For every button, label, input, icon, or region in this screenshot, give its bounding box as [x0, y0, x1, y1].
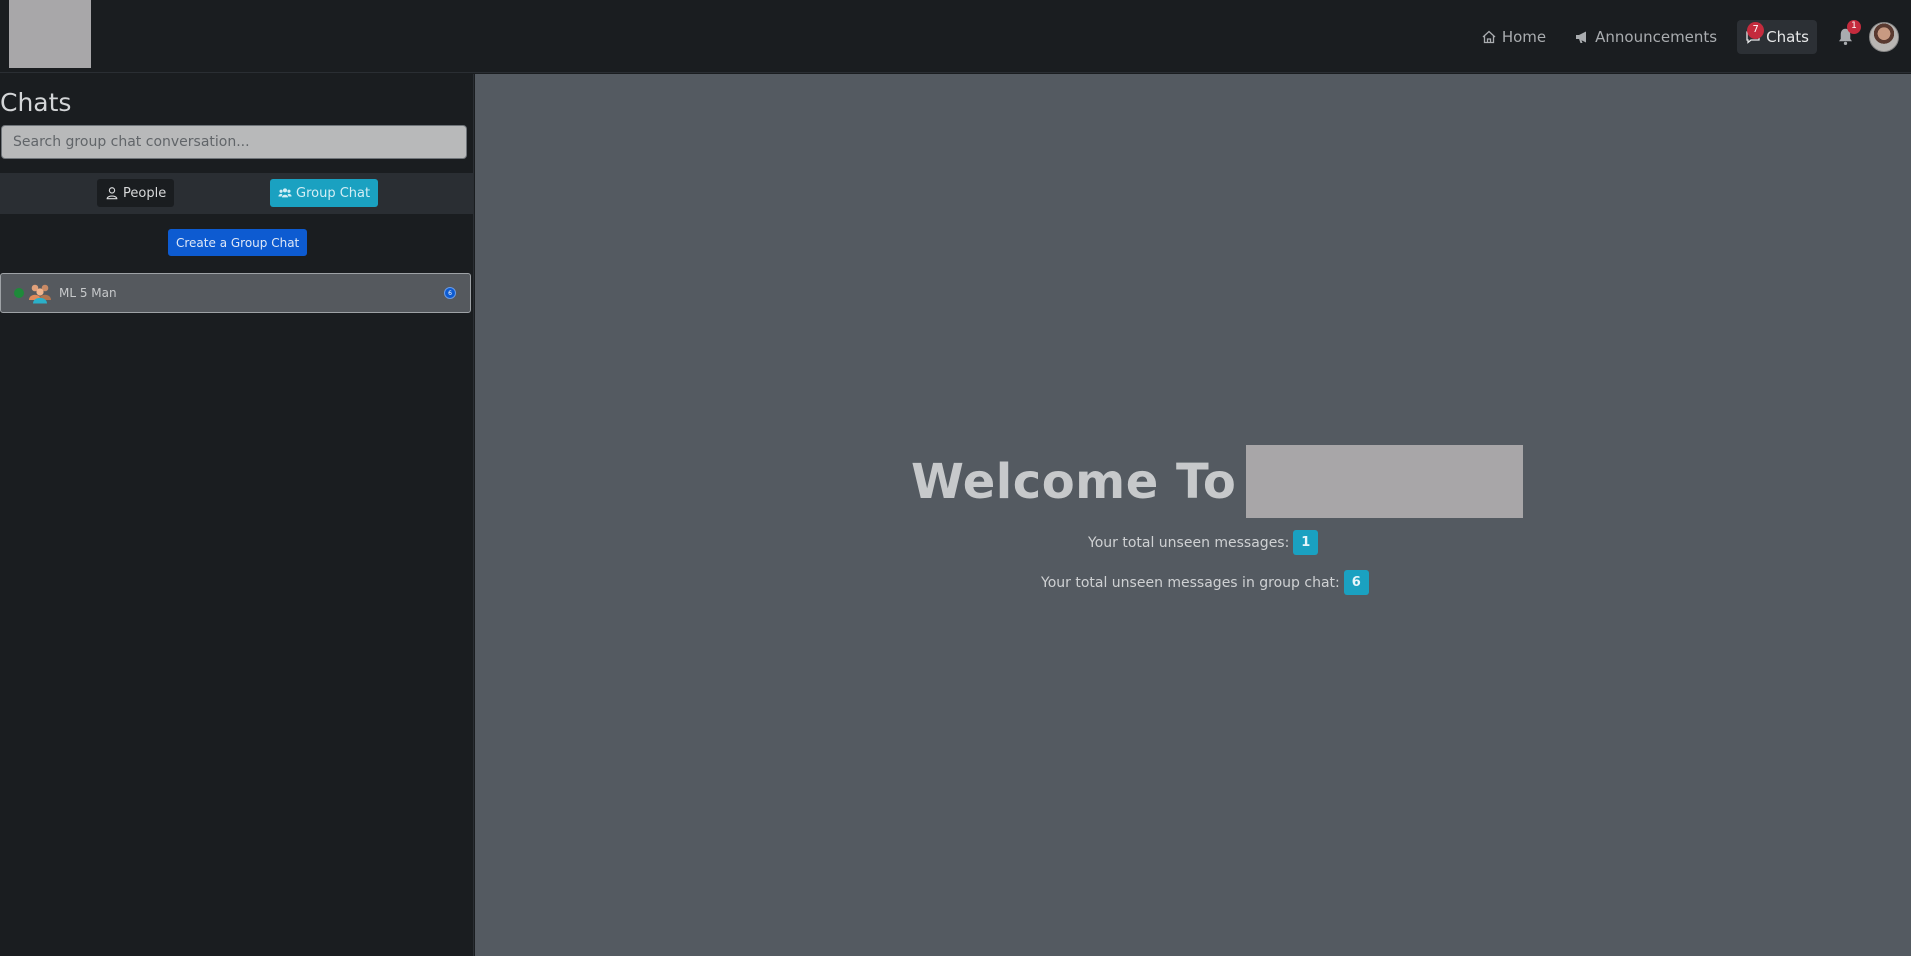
nav-home-link[interactable]: Home: [1473, 20, 1554, 54]
nav-chats-link[interactable]: 7 Chats: [1737, 19, 1817, 54]
notifications-button[interactable]: 1: [1831, 19, 1861, 54]
group-avatar-icon: [29, 284, 51, 304]
main-content: Welcome To Your total unseen messages: 1…: [475, 74, 1911, 956]
chat-list-item[interactable]: ML 5 Man 6: [0, 273, 471, 313]
brand-name-placeholder: [1246, 445, 1524, 518]
chat-name: ML 5 Man: [59, 286, 117, 300]
search-input[interactable]: [1, 125, 467, 159]
tab-group-chat[interactable]: Group Chat: [270, 179, 379, 207]
unseen-group-messages-label: Your total unseen messages in group chat…: [1041, 574, 1340, 591]
notifications-badge: 1: [1847, 19, 1861, 34]
chats-unread-badge: 7: [1747, 21, 1765, 39]
unseen-group-messages-count: 6: [1343, 570, 1369, 595]
logo-placeholder[interactable]: [9, 0, 91, 68]
chat-unread-badge: 6: [444, 287, 456, 299]
welcome-heading: Welcome To: [911, 445, 1524, 518]
nav-links: Home Announcements 7 Chats 1: [1461, 0, 1899, 73]
nav-announcements-label: Announcements: [1595, 27, 1718, 46]
nav-home-label: Home: [1501, 27, 1547, 46]
unseen-messages-stat: Your total unseen messages: 1: [1088, 530, 1319, 555]
nav-chats-label: Chats: [1766, 27, 1809, 46]
tab-people-label: People: [123, 185, 167, 201]
unseen-messages-label: Your total unseen messages:: [1088, 534, 1290, 551]
home-icon: [1482, 30, 1496, 43]
nav-announcements-link[interactable]: Announcements: [1566, 20, 1725, 54]
welcome-text: Welcome To: [911, 453, 1237, 510]
online-status-dot: [14, 288, 24, 298]
chat-sidebar: Chats People Group Chat Create a Group C…: [0, 74, 474, 956]
user-avatar[interactable]: [1869, 21, 1899, 52]
unseen-group-messages-stat: Your total unseen messages in group chat…: [1041, 570, 1369, 595]
megaphone-icon: [1576, 31, 1587, 43]
top-navbar: Home Announcements 7 Chats 1: [0, 0, 1911, 73]
chat-type-tabs: People Group Chat: [0, 173, 474, 214]
person-icon: [106, 187, 118, 200]
group-icon: [278, 188, 292, 198]
create-group-chat-button[interactable]: Create a Group Chat: [168, 229, 308, 256]
sidebar-title: Chats: [0, 88, 72, 117]
unseen-messages-count: 1: [1293, 530, 1319, 555]
tab-people[interactable]: People: [97, 179, 175, 207]
tab-group-chat-label: Group Chat: [296, 185, 371, 201]
